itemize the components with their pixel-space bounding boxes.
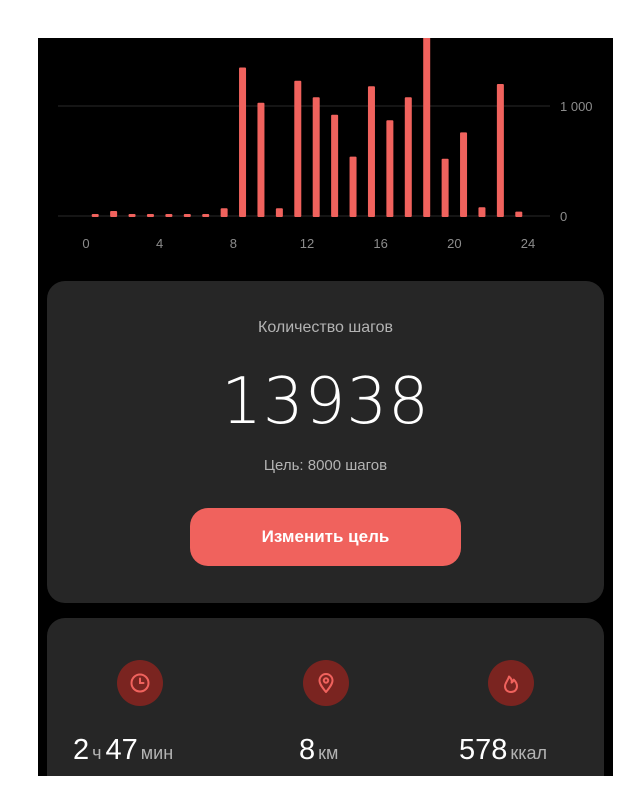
chart-bar-hour-2 [128,214,136,217]
chart-bar-hour-22 [496,84,504,217]
chart-bar-hour-4 [165,214,173,217]
chart-bar-hour-7 [220,208,228,217]
stat-minutes: 47 [105,734,138,766]
chart-bar-hour-3 [146,214,154,217]
location-pin-icon [303,660,349,706]
stat-distance-unit: км [318,743,339,763]
stat-distance-value: 8 км [299,734,342,767]
chart-bar-hour-23 [515,211,523,217]
flame-icon [488,660,534,706]
steps-goal: Цель: 8000 шагов [263,457,388,474]
steps-value: 13938 [221,365,430,439]
chart-bar-hour-21 [478,207,486,217]
chart-bar-hour-9 [257,102,265,217]
stat-hours: 2 [73,734,90,766]
clock-icon [117,660,163,706]
stat-time-value: 2 ч 47 мин [73,734,177,767]
x-tick-label: 24 [521,236,535,251]
phone-screen: 1 000 0 0 4 8 12 16 20 24 Количество шагов 13938… [38,38,613,776]
stat-hours-unit: ч [92,743,102,763]
chart-bar-hour-13 [331,114,339,217]
steps-title: Количество шагов [258,319,393,336]
hourly-steps-chart-svg: 1 000 0 0 4 8 12 16 20 24 [58,38,593,251]
chart-bar-hour-19 [441,158,449,217]
chart-bar-hour-5 [183,214,191,217]
chart-bar-hour-18 [423,38,431,217]
chart-bar-hour-11 [294,80,302,217]
stats-card: 2 ч 47 мин 8 км 578 ккал [47,618,604,776]
stat-calories: 578 ккал [417,618,602,776]
chart-bar-hour-20 [460,132,468,217]
x-tick-label: 16 [373,236,387,251]
x-tick-label: 8 [230,236,237,251]
chart-bar-hour-12 [312,97,320,217]
chart-bar-hour-16 [386,120,394,217]
chart-bar-hour-8 [239,67,247,217]
chart-bar-hour-1 [110,211,118,217]
chart-bar-hour-14 [349,156,357,217]
stat-calories-unit: ккал [510,743,548,763]
stat-minutes-unit: мин [140,743,174,763]
y-tick-label: 1 000 [560,99,593,114]
chart-bar-hour-15 [367,86,375,217]
chart-bar-hour-17 [404,97,412,217]
stat-active-time: 2 ч 47 мин [47,618,232,776]
stat-calories-value: 578 ккал [459,734,551,767]
chart-bar-hour-6 [202,214,210,217]
stat-calories-number: 578 [459,734,508,766]
x-tick-label: 12 [300,236,314,251]
chart-bar-hour-10 [275,208,283,217]
change-goal-button[interactable]: Изменить цель [190,508,461,566]
stat-distance: 8 км [232,618,417,776]
stat-distance-number: 8 [299,734,316,766]
y-tick-label: 0 [560,209,567,224]
x-tick-label: 0 [82,236,89,251]
steps-card: Количество шагов 13938 Цель: 8000 шагов … [47,281,604,603]
x-tick-label: 4 [156,236,163,251]
x-tick-label: 20 [447,236,461,251]
hourly-steps-chart: 1 000 0 0 4 8 12 16 20 24 [38,38,613,300]
chart-bar-hour-0 [91,214,99,217]
